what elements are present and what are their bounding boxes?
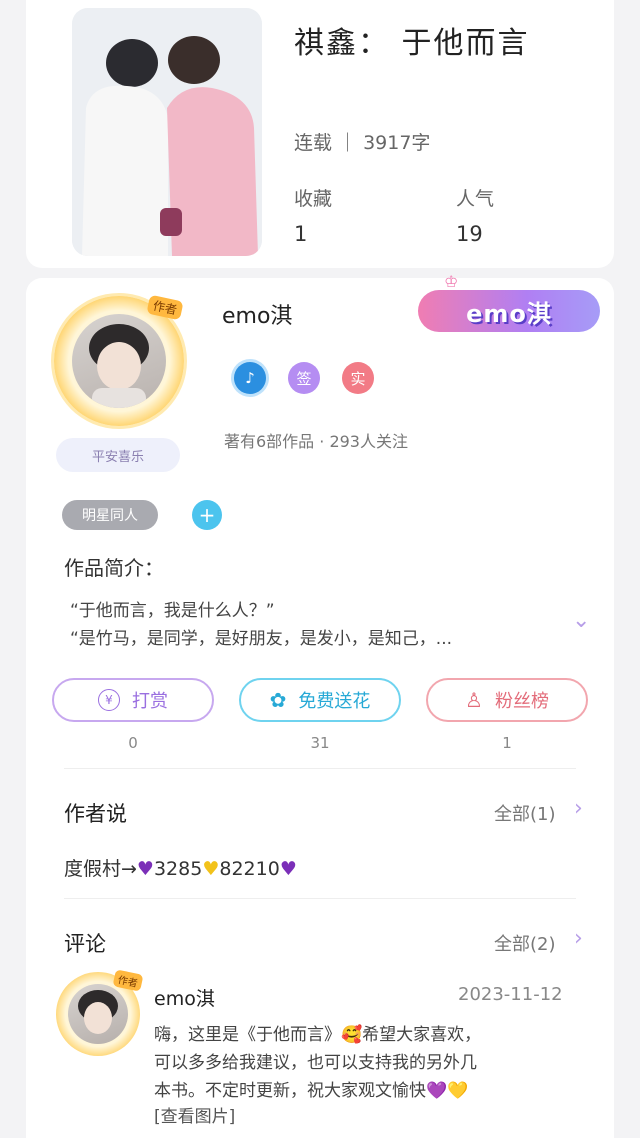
divider	[64, 898, 576, 899]
yen-icon: ¥	[98, 689, 120, 711]
author-avatar[interactable]: 作者	[54, 294, 184, 426]
avatar-illustration	[78, 990, 118, 1034]
author-say-number-2: 82210	[219, 858, 280, 880]
music-note-icon[interactable]: ♪	[234, 362, 266, 394]
flower-count: 31	[310, 734, 330, 752]
reward-label: 打赏	[132, 691, 168, 712]
book-cover-image[interactable]	[72, 8, 262, 256]
avatar-photo	[68, 984, 128, 1044]
comments-title: 评论	[64, 932, 106, 956]
send-flower-label: 免费送花	[298, 691, 371, 712]
book-info-card: 祺鑫： 于他而言 连载 ｜ 3917字 收藏 人气 1 19	[26, 0, 614, 268]
divider	[64, 768, 576, 769]
sign-badge[interactable]: 签	[288, 362, 320, 394]
author-brand-badge: emo淇	[418, 290, 600, 332]
cover-illustration	[72, 8, 262, 256]
intro-line-2: “是竹马，是同学，是好朋友，是发小，是知己，...	[70, 629, 453, 649]
category-tag[interactable]: 明星同人	[62, 500, 158, 530]
fans-ranking-button[interactable]: ♙ 粉丝榜	[426, 678, 588, 722]
purple-heart-icon: ♥	[136, 858, 154, 880]
send-flower-button[interactable]: ✿ 免费送花	[239, 678, 401, 722]
author-say-prefix: 度假村→	[64, 858, 137, 880]
book-title: 祺鑫： 于他而言	[294, 26, 530, 61]
chevron-right-icon[interactable]: ›	[574, 926, 583, 951]
chevron-down-icon[interactable]: ⌄	[572, 608, 590, 633]
fans-icon: ♙	[465, 688, 483, 712]
collect-count: 1	[294, 222, 308, 246]
flower-icon: ✿	[269, 688, 287, 712]
commenter-avatar[interactable]: 作者	[56, 969, 144, 1056]
chevron-right-icon[interactable]: ›	[574, 796, 583, 821]
collect-label: 收藏	[294, 188, 333, 210]
serial-word-count: 连载 ｜ 3917字	[294, 132, 431, 154]
reward-button[interactable]: ¥ 打赏	[52, 678, 214, 722]
commenter-name[interactable]: emo淇	[154, 984, 215, 1011]
comment-date: 2023-11-12	[458, 984, 563, 1005]
author-say-content[interactable]: 度假村→♥3285♥82210♥	[64, 854, 297, 881]
author-say-all-link[interactable]: 全部(1)	[494, 800, 556, 826]
comment-line-1: 嗨，这里是《于他而言》🥰希望大家喜欢，	[154, 1025, 482, 1045]
add-tag-button[interactable]: +	[192, 500, 222, 530]
comment-line-2: 可以多多给我建议，也可以支持我的另外几	[154, 1053, 477, 1073]
fans-ranking-label: 粉丝榜	[494, 691, 549, 712]
intro-label: 作品简介：	[64, 556, 164, 580]
avatar-photo	[72, 314, 166, 408]
yellow-heart-icon: ♥	[202, 858, 220, 880]
avatar-frame-caption: 平安喜乐	[56, 438, 180, 472]
verified-badge[interactable]: 实	[342, 362, 374, 394]
fans-count: 1	[502, 734, 512, 752]
author-say-number-1: 3285	[153, 858, 203, 880]
author-name[interactable]: emo淇	[222, 298, 292, 330]
intro-line-1: “于他而言，我是什么人？”	[70, 601, 275, 621]
avatar-illustration	[89, 324, 149, 408]
popularity-label: 人气	[456, 188, 495, 210]
comments-all-link[interactable]: 全部(2)	[494, 930, 556, 956]
popularity-count: 19	[456, 222, 483, 246]
purple-heart-icon: ♥	[279, 858, 297, 880]
author-say-title: 作者说	[64, 802, 127, 826]
book-detail-card: 作者 平安喜乐 emo淇 ♔ emo淇 ♪ 签 实 著有6部作品 · 293人关…	[26, 272, 614, 1138]
view-image-link[interactable]: [查看图片]	[154, 1102, 235, 1127]
author-works-info[interactable]: 著有6部作品 · 293人关注	[224, 428, 408, 452]
crown-icon: ♔	[444, 272, 459, 291]
reward-count: 0	[128, 734, 138, 752]
comment-line-3: 本书。不定时更新，祝大家观文愉快💜💛	[154, 1081, 469, 1101]
